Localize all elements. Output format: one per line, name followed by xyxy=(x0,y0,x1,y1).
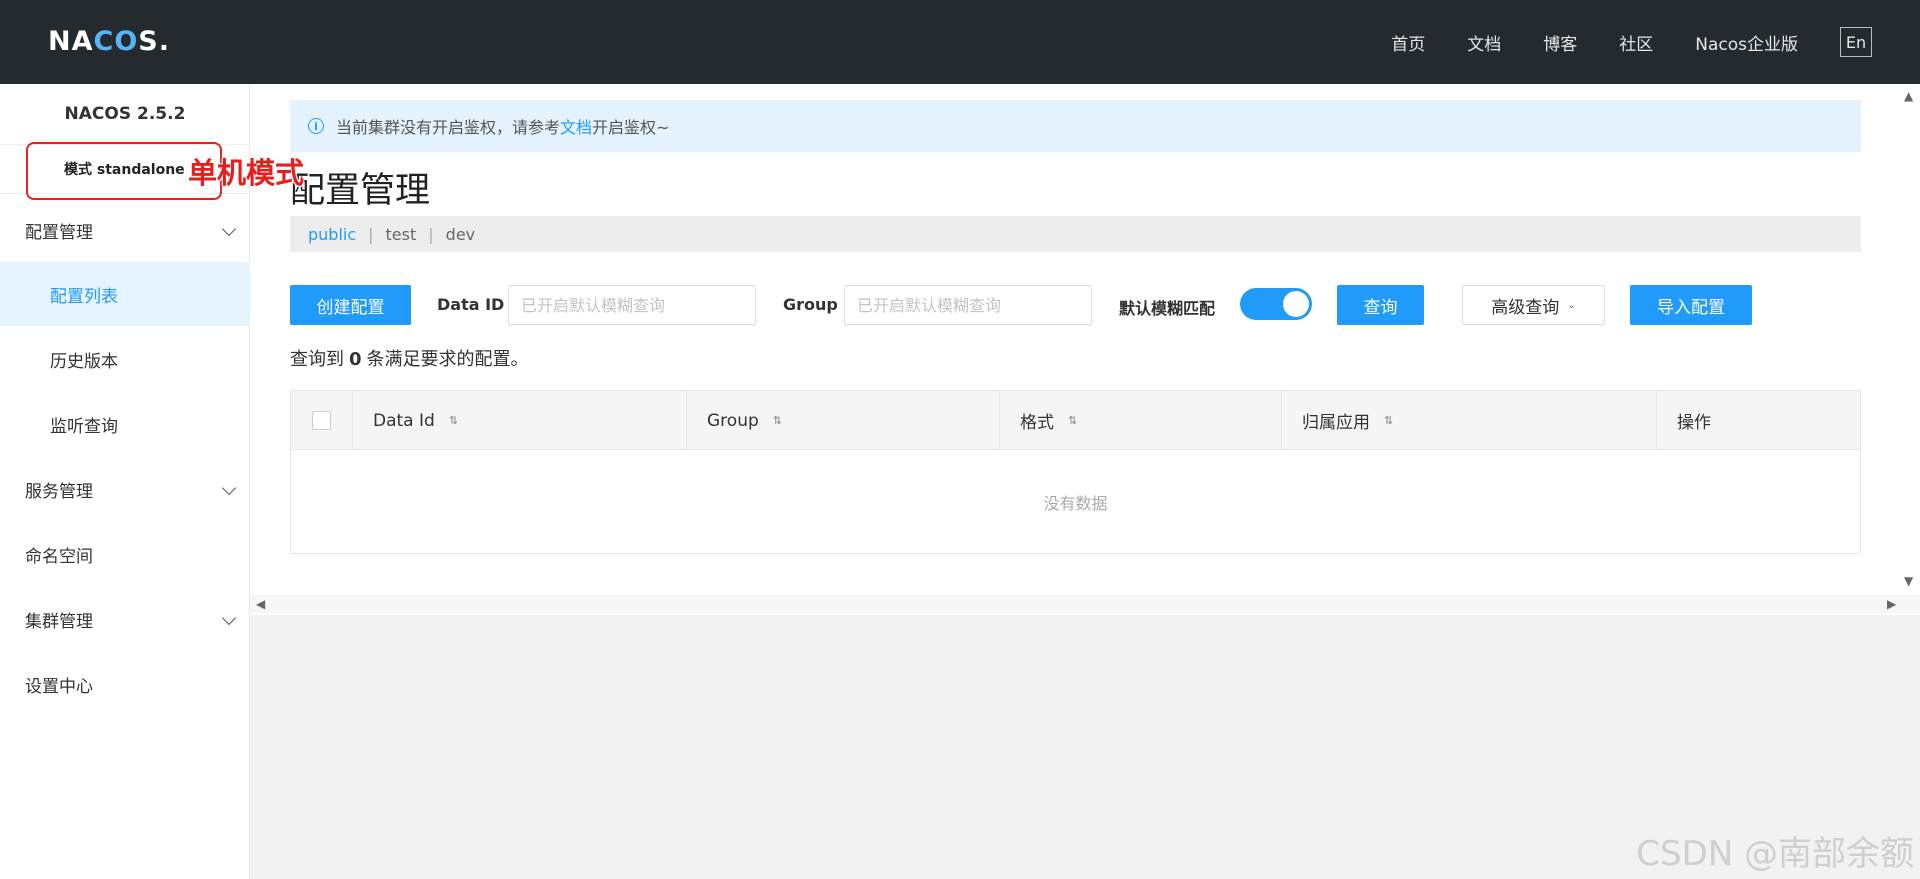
namespace-public[interactable]: public xyxy=(308,225,356,244)
advanced-query-label: 高级查询 xyxy=(1491,297,1560,318)
alert-text-after: 开启鉴权~ xyxy=(592,118,670,137)
sidebar-item-label: 集群管理 xyxy=(25,611,93,632)
auth-alert: i 当前集群没有开启鉴权，请参考 文档 开启鉴权~ xyxy=(290,100,1861,152)
column-label: Group xyxy=(707,410,759,431)
select-all-checkbox[interactable] xyxy=(312,411,331,430)
chevron-down-icon xyxy=(221,480,237,496)
scroll-left-icon[interactable]: ◀ xyxy=(256,597,265,611)
sidebar-item-label: 命名空间 xyxy=(25,546,93,567)
group-input[interactable] xyxy=(844,285,1092,325)
result-summary: 查询到 0 条满足要求的配置。 xyxy=(290,345,529,371)
column-actions: 操作 xyxy=(1657,391,1860,450)
toggle-knob xyxy=(1283,291,1309,317)
sidebar-item-label: 历史版本 xyxy=(50,351,118,372)
top-nav: 首页 文档 博客 社区 Nacos企业版 En xyxy=(1391,0,1920,84)
data-id-input[interactable] xyxy=(508,285,756,325)
result-suffix: 条满足要求的配置。 xyxy=(366,349,529,370)
page-title: 配置管理 xyxy=(290,171,431,211)
fuzzy-match-toggle[interactable] xyxy=(1240,288,1312,320)
nav-enterprise[interactable]: Nacos企业版 xyxy=(1695,30,1798,55)
result-count: 0 xyxy=(349,349,362,370)
horizontal-scrollbar[interactable]: ◀ ▶ xyxy=(250,595,1920,613)
sidebar-item-service-management[interactable]: 服务管理 xyxy=(0,457,250,521)
sidebar-item-label: 设置中心 xyxy=(25,676,93,697)
logo-text-prefix: NA xyxy=(48,25,94,57)
sidebar-item-namespace[interactable]: 命名空间 xyxy=(0,522,250,586)
namespace-dev[interactable]: dev xyxy=(446,225,475,244)
sort-icon[interactable]: ⇅ xyxy=(773,414,782,427)
top-header: NA CO S. 首页 文档 博客 社区 Nacos企业版 En xyxy=(0,0,1920,84)
sidebar-item-label: 配置列表 xyxy=(50,286,118,307)
scroll-down-icon[interactable]: ▼ xyxy=(1904,574,1913,588)
logo-text-suffix: S. xyxy=(138,25,170,57)
column-label: Data Id xyxy=(373,410,435,431)
nav-home[interactable]: 首页 xyxy=(1391,30,1425,55)
sidebar-item-listener-query[interactable]: 监听查询 xyxy=(0,392,250,456)
mode-annotation: 单机模式 xyxy=(188,156,305,190)
nav-blog[interactable]: 博客 xyxy=(1543,30,1577,55)
language-switch-button[interactable]: En xyxy=(1840,27,1872,57)
config-table: Data Id ⇅ Group ⇅ 格式 ⇅ 归属应用 ⇅ 操作 没有数据 xyxy=(290,390,1861,554)
sort-icon[interactable]: ⇅ xyxy=(449,414,458,427)
group-label: Group xyxy=(783,295,838,314)
alert-docs-link[interactable]: 文档 xyxy=(560,114,592,138)
column-app[interactable]: 归属应用 ⇅ xyxy=(1282,391,1657,450)
result-prefix: 查询到 xyxy=(290,349,344,370)
chevron-down-icon xyxy=(221,610,237,626)
create-config-button[interactable]: 创建配置 xyxy=(290,285,411,325)
column-data-id[interactable]: Data Id ⇅ xyxy=(353,391,687,450)
namespace-separator: | xyxy=(368,224,374,244)
column-label: 格式 xyxy=(1020,413,1054,433)
watermark: CSDN @南部余额 xyxy=(1636,834,1914,874)
sidebar-item-label: 服务管理 xyxy=(25,481,93,502)
select-all-cell xyxy=(291,391,353,450)
info-icon: i xyxy=(308,118,324,134)
sidebar: NACOS 2.5.2 模式 standalone 配置管理 配置列表 历史版本… xyxy=(0,84,250,879)
import-config-button[interactable]: 导入配置 xyxy=(1630,285,1752,325)
table-header: Data Id ⇅ Group ⇅ 格式 ⇅ 归属应用 ⇅ 操作 xyxy=(291,391,1860,450)
sort-icon[interactable]: ⇅ xyxy=(1068,414,1077,427)
nav-docs[interactable]: 文档 xyxy=(1467,30,1501,55)
column-label: 操作 xyxy=(1677,413,1711,433)
sidebar-item-config-management[interactable]: 配置管理 xyxy=(0,198,250,262)
logo-text-co: CO xyxy=(93,25,139,57)
chevron-down-icon: ⌄ xyxy=(1567,299,1576,311)
scroll-right-icon[interactable]: ▶ xyxy=(1887,597,1896,611)
fuzzy-match-label: 默认模糊匹配 xyxy=(1119,299,1216,318)
advanced-query-button[interactable]: 高级查询 ⌄ xyxy=(1462,285,1605,325)
namespace-test[interactable]: test xyxy=(386,225,417,244)
namespace-bar: public | test | dev xyxy=(290,216,1861,252)
alert-text-before: 当前集群没有开启鉴权，请参考 xyxy=(336,118,561,137)
sidebar-item-settings[interactable]: 设置中心 xyxy=(0,652,250,716)
column-label: 归属应用 xyxy=(1302,413,1370,433)
empty-state: 没有数据 xyxy=(1043,493,1108,513)
version-label: NACOS 2.5.2 xyxy=(64,104,186,124)
nacos-logo[interactable]: NA CO S. xyxy=(48,24,170,58)
search-toolbar: 创建配置 Data ID Group 默认模糊匹配 查询 高级查询 ⌄ 导入配置 xyxy=(290,285,1861,327)
sidebar-item-label: 监听查询 xyxy=(50,416,118,437)
column-group[interactable]: Group ⇅ xyxy=(687,391,1000,450)
sidebar-item-cluster-management[interactable]: 集群管理 xyxy=(0,587,250,651)
column-format[interactable]: 格式 ⇅ xyxy=(1000,391,1282,450)
main-content: i 当前集群没有开启鉴权，请参考 文档 开启鉴权~ 配置管理 public | te… xyxy=(250,84,1920,615)
sidebar-item-label: 配置管理 xyxy=(25,222,93,243)
sidebar-item-config-list[interactable]: 配置列表 xyxy=(0,262,250,326)
query-button[interactable]: 查询 xyxy=(1337,285,1424,325)
data-id-label: Data ID xyxy=(437,295,505,314)
chevron-down-icon xyxy=(221,221,237,237)
sidebar-item-history[interactable]: 历史版本 xyxy=(0,327,250,391)
scroll-up-icon[interactable]: ▲ xyxy=(1904,89,1913,103)
sort-icon[interactable]: ⇅ xyxy=(1384,414,1393,427)
namespace-separator: | xyxy=(428,224,434,244)
nav-community[interactable]: 社区 xyxy=(1619,30,1653,55)
